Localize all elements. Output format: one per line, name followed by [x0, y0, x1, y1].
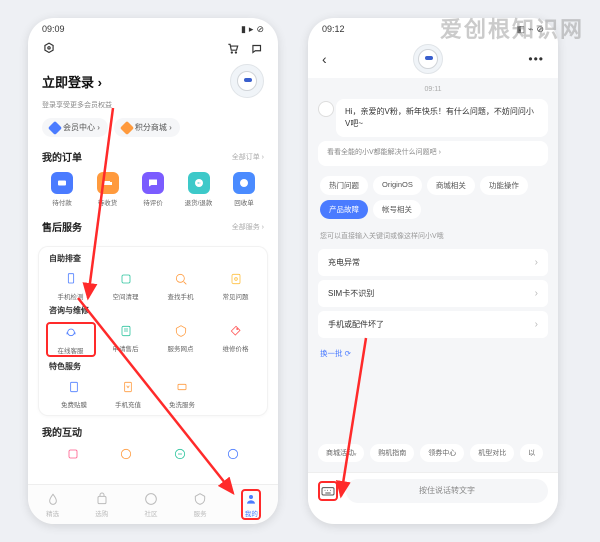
status-icons-r: ◧⌁⊘ — [517, 24, 544, 35]
input-bar: 按住说话转文字 — [308, 472, 558, 508]
phone-container: 09:09 ▮▸⊘ 立即登录 › 登录享受更多会员权益 会员中心 › 积分商城 … — [0, 0, 600, 542]
greeting-bubble: Hi，亲爱的V粉，新年快乐！有什么问题，不妨问问小V吧~ — [336, 99, 548, 137]
tag-func[interactable]: 功能操作 — [480, 176, 528, 195]
orders-more[interactable]: 全部订单 › — [232, 152, 264, 162]
schip-activity[interactable]: 商城活动ᵥ — [318, 444, 364, 462]
status-time-r: 09:12 — [322, 24, 345, 34]
chat-avatar[interactable] — [413, 44, 443, 74]
order-review[interactable]: 待评价 — [133, 172, 173, 207]
order-refund[interactable]: 退货/退款 — [179, 172, 219, 207]
item-find-phone[interactable]: 查找手机 — [156, 270, 206, 301]
q-broken[interactable]: 手机或配件坏了 — [318, 311, 548, 338]
self-title: 自助排查 — [43, 253, 263, 268]
item-online-service[interactable]: 在线客服 — [46, 322, 96, 357]
item-faq[interactable]: 常见问题 — [211, 270, 261, 301]
schip-more[interactable]: 以 — [520, 444, 543, 462]
tab-community[interactable]: 社区 — [143, 491, 159, 518]
chip-points[interactable]: 积分商城 › — [114, 118, 180, 137]
cart-icon[interactable] — [226, 42, 240, 56]
int-4[interactable] — [208, 445, 258, 463]
q-charge[interactable]: 充电异常 — [318, 249, 548, 276]
tab-service[interactable]: 服务 — [192, 491, 208, 518]
message-icon[interactable] — [250, 42, 264, 56]
bottom-chips[interactable]: 商城活动ᵥ 购机指南 领券中心 机型对比 以 — [308, 438, 558, 468]
schip-coupon[interactable]: 领券中心 — [420, 444, 464, 462]
login-title: 立即登录 › — [42, 72, 102, 91]
order-pending-ship[interactable]: 待收货 — [88, 172, 128, 207]
more-icon[interactable]: ••• — [528, 52, 544, 66]
item-repair-price[interactable]: 维修价格 — [211, 322, 261, 357]
tab-mine[interactable]: 我的 — [241, 489, 261, 520]
tag-account[interactable]: 帐号相关 — [373, 200, 421, 219]
after-title: 售后服务 — [42, 219, 82, 234]
tag-mall[interactable]: 商城相关 — [427, 176, 475, 195]
avatar[interactable] — [230, 64, 264, 98]
status-bar: 09:09 ▮▸⊘ — [28, 18, 278, 40]
item-recharge[interactable]: 手机充值 — [103, 378, 153, 409]
interact-title: 我的互动 — [42, 424, 82, 439]
special-title: 特色服务 — [43, 361, 263, 376]
tab-featured[interactable]: 精选 — [45, 491, 61, 518]
order-recycle[interactable]: 回收单 — [224, 172, 264, 207]
item-phone-check[interactable]: 手机检测 — [46, 270, 96, 301]
tag-fault[interactable]: 产品故障 — [320, 200, 368, 219]
bottom-nav: 精选 选购 社区 服务 我的 — [28, 484, 278, 524]
q-sim[interactable]: SIM卡不识别 — [318, 280, 548, 307]
schip-compare[interactable]: 机型对比 — [470, 444, 514, 462]
interact-section: 我的互动 — [28, 420, 278, 465]
schip-guide[interactable]: 购机指南 — [370, 444, 414, 462]
chat-header: ‹ ••• — [308, 40, 558, 78]
chat-body: 09:11 Hi，亲爱的V粉，新年快乐！有什么问题，不妨问问小V吧~ 看看全能的… — [308, 78, 558, 508]
keyboard-icon[interactable] — [318, 481, 338, 501]
left-phone: 09:09 ▮▸⊘ 立即登录 › 登录享受更多会员权益 会员中心 › 积分商城 … — [28, 18, 278, 524]
helper-bubble[interactable]: 看看全能的小V都能解决什么问题吧 › — [318, 141, 548, 166]
right-phone: 09:12 ◧⌁⊘ ‹ ••• 09:11 Hi，亲爱的V粉，新年快乐！有什么问… — [308, 18, 558, 524]
int-3[interactable] — [155, 445, 205, 463]
login-row[interactable]: 立即登录 › — [28, 60, 278, 100]
promo-chips: 会员中心 › 积分商城 › — [28, 116, 278, 145]
tab-shop[interactable]: 选购 — [94, 491, 110, 518]
item-service-point[interactable]: 服务网点 — [156, 322, 206, 357]
after-section: 售后服务 全部服务 › — [28, 215, 278, 242]
int-1[interactable] — [48, 445, 98, 463]
orders-title: 我的订单 — [42, 149, 82, 164]
voice-button[interactable]: 按住说话转文字 — [346, 479, 548, 503]
tag-hot[interactable]: 热门问题 — [320, 176, 368, 195]
status-icons: ▮▸⊘ — [241, 24, 264, 35]
item-apply-after[interactable]: 申请售后 — [101, 322, 151, 357]
hint-text: 您可以直接输入关键词或像这样问小V哦 — [318, 225, 548, 245]
service-card: 自助排查 手机检测 空间清理 查找手机 常见问题 咨询与维修 在线客服 申请售后… — [38, 246, 268, 416]
chat-time: 09:11 — [318, 84, 548, 95]
orders-section: 我的订单 全部订单 › 待付款 待收货 待评价 退货/退款 回收单 — [28, 145, 278, 215]
back-icon[interactable]: ‹ — [322, 51, 327, 67]
status-time: 09:09 — [42, 24, 65, 34]
tag-origin[interactable]: OriginOS — [373, 176, 422, 195]
after-more[interactable]: 全部服务 › — [232, 222, 264, 232]
item-wash[interactable]: 免洗服务 — [157, 378, 207, 409]
chip-member[interactable]: 会员中心 › — [42, 118, 108, 137]
top-header — [28, 40, 278, 60]
login-subtitle: 登录享受更多会员权益 — [28, 100, 278, 116]
item-cleanup[interactable]: 空间清理 — [101, 270, 151, 301]
status-bar-r: 09:12 ◧⌁⊘ — [308, 18, 558, 40]
int-2[interactable] — [101, 445, 151, 463]
tag-row: 热门问题 OriginOS 商城相关 功能操作 产品故障 帐号相关 — [318, 170, 548, 225]
settings-icon[interactable] — [42, 42, 56, 56]
item-film[interactable]: 免费贴膜 — [49, 378, 99, 409]
consult-title: 咨询与维修 — [43, 305, 263, 320]
refresh-button[interactable]: 换一批 ⟳ — [318, 342, 548, 365]
order-pending-pay[interactable]: 待付款 — [42, 172, 82, 207]
